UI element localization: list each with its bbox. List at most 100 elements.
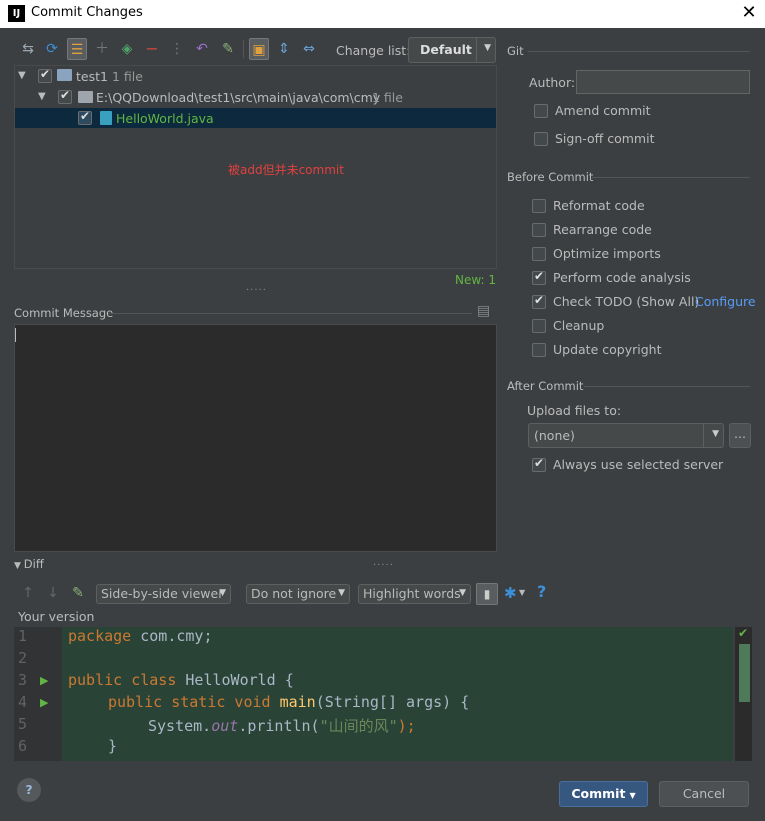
file-checkbox[interactable] bbox=[78, 109, 92, 125]
code-token: main bbox=[279, 693, 316, 711]
intellij-logo-icon: IJ bbox=[8, 5, 25, 22]
folder-checkbox[interactable] bbox=[58, 88, 72, 104]
line-number: 6 bbox=[18, 737, 28, 755]
diff-header-label: Diff bbox=[23, 557, 44, 571]
line-number: 2 bbox=[18, 649, 28, 667]
code-token: public class bbox=[68, 671, 177, 689]
code-token: System. bbox=[148, 717, 212, 735]
changelist-value: Default bbox=[420, 42, 472, 57]
commit-message-input[interactable] bbox=[14, 324, 497, 552]
more-servers-button[interactable]: ... bbox=[729, 423, 751, 448]
divider bbox=[108, 313, 472, 314]
check-todo-label[interactable]: Check TODO (Show All) bbox=[553, 294, 699, 309]
help-icon[interactable]: ? bbox=[537, 582, 546, 601]
rearrange-label[interactable]: Rearrange code bbox=[553, 222, 652, 237]
collapse-all-icon[interactable]: ⇔ bbox=[299, 38, 319, 60]
always-use-label[interactable]: Always use selected server bbox=[553, 457, 723, 472]
code-line-3: public class HelloWorld { bbox=[68, 671, 294, 689]
scrollbar-thumb[interactable] bbox=[739, 644, 750, 702]
refresh-icon[interactable]: ⟳ bbox=[42, 38, 62, 60]
window-title: Commit Changes bbox=[31, 5, 143, 20]
add-icon[interactable]: ＋ bbox=[92, 38, 112, 60]
signoff-checkbox[interactable] bbox=[534, 132, 548, 146]
run-icon[interactable]: ▶ bbox=[40, 696, 48, 709]
tree-file-name[interactable]: HelloWorld.java bbox=[116, 111, 214, 126]
changelist-combo[interactable]: Default ▼ bbox=[408, 37, 496, 63]
rearrange-checkbox[interactable] bbox=[532, 223, 546, 237]
update-copyright-label[interactable]: Update copyright bbox=[553, 342, 661, 357]
chevron-down-icon: ▼ bbox=[712, 429, 719, 439]
always-use-checkbox[interactable] bbox=[532, 456, 546, 472]
signoff-label[interactable]: Sign-off commit bbox=[555, 131, 655, 146]
code-token: .println( bbox=[238, 717, 320, 735]
next-change-icon[interactable]: ↓ bbox=[43, 582, 63, 604]
amend-label[interactable]: Amend commit bbox=[555, 103, 651, 118]
your-version-label: Your version bbox=[18, 609, 95, 624]
author-input[interactable] bbox=[576, 70, 750, 94]
code-line-4: public static void main(String[] args) { bbox=[108, 693, 469, 711]
move-changelist-icon[interactable]: ◈ bbox=[117, 38, 137, 60]
prev-change-icon[interactable]: ↑ bbox=[18, 582, 38, 604]
commit-button[interactable]: Commit ▼ bbox=[559, 781, 648, 807]
lock-icon[interactable]: ▮ bbox=[476, 583, 498, 605]
cleanup-label[interactable]: Cleanup bbox=[553, 318, 604, 333]
upload-server-value: (none) bbox=[534, 428, 575, 443]
viewer-select[interactable]: Side-by-side viewer ▼ bbox=[96, 584, 231, 604]
configure-link[interactable]: Configure bbox=[695, 294, 756, 309]
tree-root-count: 1 file bbox=[112, 69, 143, 84]
show-diff-icon[interactable]: ⇆ bbox=[18, 38, 38, 60]
optimize-imports-checkbox[interactable] bbox=[532, 247, 546, 261]
diff-header[interactable]: ▼ Diff bbox=[14, 557, 44, 571]
chevron-down-icon: ▼ bbox=[338, 588, 345, 598]
help-button[interactable]: ? bbox=[17, 778, 41, 802]
tree-root-name[interactable]: test1 bbox=[76, 69, 108, 84]
preview-diff-icon[interactable]: ▣ bbox=[249, 38, 269, 60]
code-token: HelloWorld { bbox=[176, 671, 294, 689]
cancel-button[interactable]: Cancel bbox=[659, 781, 749, 807]
history-icon[interactable]: ▤ bbox=[477, 303, 490, 319]
code-line-5: System.out.println("山间的风"); bbox=[148, 715, 416, 736]
chevron-down-icon: ▼ bbox=[629, 791, 636, 800]
gear-icon[interactable]: ✱ bbox=[504, 584, 517, 602]
edit-source-icon[interactable]: ✎ bbox=[218, 38, 238, 60]
code-token: "山间的风" bbox=[319, 717, 398, 735]
ignore-select[interactable]: Do not ignore ▼ bbox=[246, 584, 350, 604]
update-copyright-checkbox[interactable] bbox=[532, 343, 546, 357]
amend-checkbox[interactable] bbox=[534, 104, 548, 118]
remove-icon[interactable]: − bbox=[142, 38, 162, 60]
root-checkbox[interactable] bbox=[38, 67, 52, 83]
line-number: 1 bbox=[18, 627, 28, 645]
line-number: 5 bbox=[18, 715, 28, 733]
code-analysis-label[interactable]: Perform code analysis bbox=[553, 270, 691, 285]
code-token: ); bbox=[397, 717, 416, 735]
expand-arrow-icon[interactable]: ▼ bbox=[18, 70, 26, 81]
before-commit-header: Before Commit bbox=[507, 170, 594, 184]
upload-label: Upload files to: bbox=[527, 403, 622, 418]
tree-folder-path[interactable]: E:\QQDownload\test1\src\main\java\com\cm… bbox=[96, 90, 380, 105]
expand-all-icon[interactable]: ⇕ bbox=[274, 38, 294, 60]
expand-icon[interactable]: ⋮ bbox=[167, 38, 187, 60]
upload-server-select[interactable]: (none) ▼ bbox=[528, 423, 724, 448]
splitter-handle[interactable]: ····· bbox=[373, 560, 394, 571]
code-analysis-checkbox[interactable] bbox=[532, 269, 546, 285]
edit-source-icon[interactable]: ✎ bbox=[68, 582, 88, 604]
tree-folder-count: 1 file bbox=[372, 90, 403, 105]
reformat-label[interactable]: Reformat code bbox=[553, 198, 645, 213]
author-label: Author: bbox=[529, 75, 576, 90]
splitter-handle[interactable]: ····· bbox=[246, 285, 267, 296]
check-icon: ✔ bbox=[738, 626, 749, 640]
module-icon bbox=[57, 69, 72, 81]
expand-arrow-icon[interactable]: ▼ bbox=[38, 91, 46, 102]
rollback-icon[interactable]: ↶ bbox=[192, 38, 212, 60]
run-icon[interactable]: ▶ bbox=[40, 674, 48, 687]
code-token: public static void bbox=[108, 693, 271, 711]
highlight-select[interactable]: Highlight words ▼ bbox=[358, 584, 471, 604]
cleanup-checkbox[interactable] bbox=[532, 319, 546, 333]
optimize-imports-label[interactable]: Optimize imports bbox=[553, 246, 661, 261]
close-icon[interactable]: ✕ bbox=[738, 2, 760, 24]
chevron-down-icon: ▼ bbox=[484, 43, 491, 53]
group-by-icon[interactable]: ☰ bbox=[67, 38, 87, 60]
chevron-down-icon[interactable]: ▼ bbox=[519, 588, 525, 597]
reformat-checkbox[interactable] bbox=[532, 199, 546, 213]
check-todo-checkbox[interactable] bbox=[532, 293, 546, 309]
